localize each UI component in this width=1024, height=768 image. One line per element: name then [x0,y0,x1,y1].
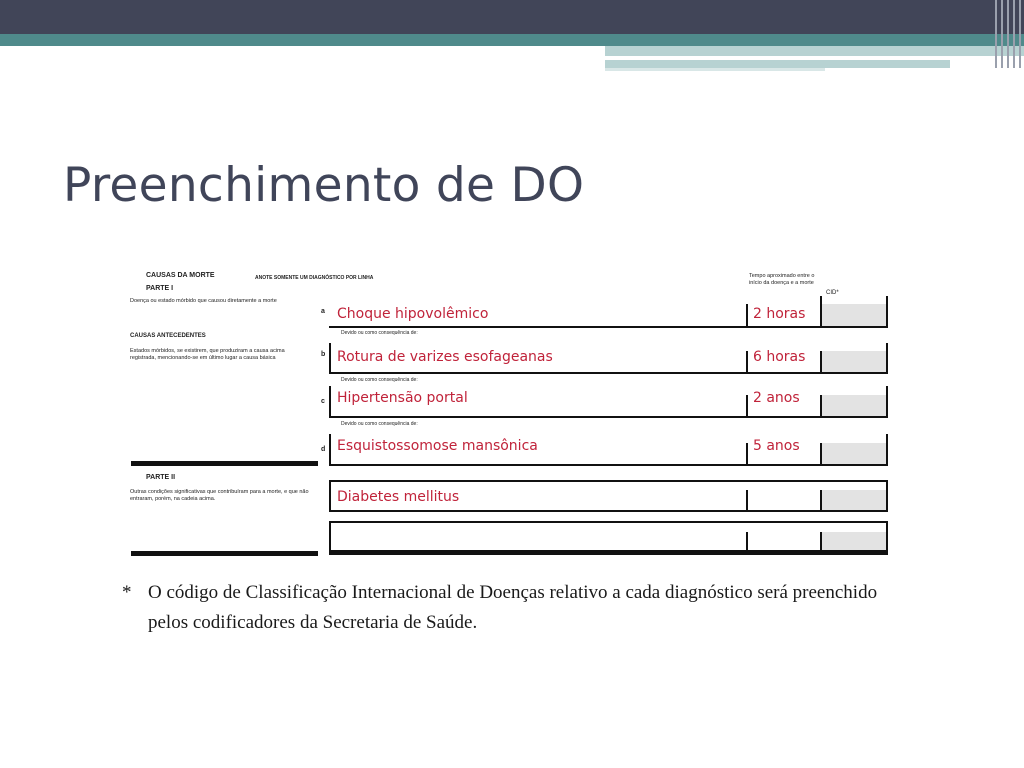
consequence-label: Devido ou como consequência de: [341,421,418,427]
column-divider [820,395,822,418]
row-underline [329,464,888,466]
consequence-label: Devido ou como consequência de: [341,330,418,336]
time-text: 2 horas [753,306,806,322]
cid-field [822,532,886,550]
section-note: ANOTE SOMENTE UM DIAGNÓSTICO POR LINHA [255,275,374,281]
column-divider [886,296,888,328]
cid-field [822,304,886,326]
time-text: 5 anos [753,438,800,454]
column-divider [886,343,888,374]
diagnosis-text: Hipertensão portal [337,390,468,406]
column-divider [886,480,888,512]
column-divider [886,434,888,466]
section-title: CAUSAS DA MORTE [146,272,215,279]
diagnosis-text: Diabetes mellitus [337,489,460,505]
cid-field [822,490,886,510]
part2-description: Outras condições significativas que cont… [130,489,309,502]
column-divider [329,434,331,466]
column-divider [820,490,822,512]
row-underline-thick [329,550,888,555]
part1-label: PARTE I [146,285,174,292]
row-underline [329,510,888,512]
consequence-label: Devido ou como consequência de: [341,377,418,383]
column-divider [820,296,822,328]
footnote-text: O código de Classificação Internacional … [148,582,878,633]
antecedents-label: CAUSAS ANTECEDENTES [130,333,206,339]
antecedents-description: Estados mórbidos, se existirem, que prod… [130,348,285,361]
death-certificate-form: CAUSAS DA MORTE ANOTE SOMENTE UM DIAGNÓS… [0,0,1024,768]
part1-description: Doença ou estado mórbido que causou dire… [130,298,277,304]
cid-column-header: CID* [826,290,839,296]
column-divider [329,343,331,374]
cid-field [822,351,886,372]
row-letter: a [321,308,325,315]
row-letter: d [321,446,326,453]
row-topline [329,521,888,523]
column-divider [329,480,331,512]
footnote-marker: * [122,582,132,603]
diagnosis-text: Choque hipovolêmico [337,306,489,322]
time-text: 6 horas [753,349,806,365]
column-divider [746,351,748,374]
column-divider [329,521,331,555]
diagnosis-text: Rotura de varizes esofageanas [337,349,553,365]
column-divider [886,521,888,555]
column-divider [820,532,822,555]
divider-thick [131,461,318,466]
diagnosis-text: Esquistossomose mansônica [337,438,538,454]
column-divider [329,386,331,418]
row-underline [329,416,888,418]
time-column-header: Tempo aproximado entre o início da doenç… [749,273,815,286]
part2-label: PARTE II [146,474,176,481]
column-divider [746,490,748,512]
column-divider [746,532,748,555]
divider-thick [131,551,318,556]
column-divider [746,304,748,328]
row-topline [329,480,888,482]
column-divider [746,443,748,466]
column-divider [886,386,888,418]
row-letter: b [321,351,326,358]
row-underline [329,372,888,374]
column-divider [746,395,748,418]
cid-field [822,443,886,464]
row-letter: c [321,398,325,405]
column-divider [820,443,822,466]
time-text: 2 anos [753,390,800,406]
column-divider [820,351,822,374]
cid-field [822,395,886,416]
row-underline [329,326,888,328]
